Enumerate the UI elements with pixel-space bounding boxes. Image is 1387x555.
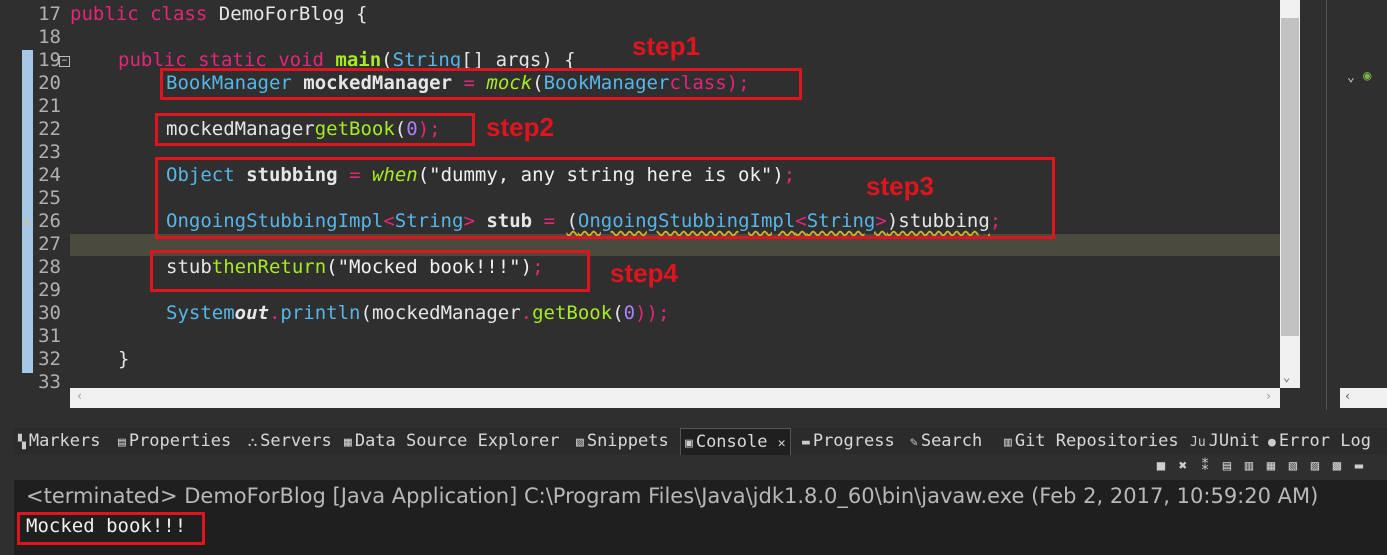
step2-highlight [155, 113, 475, 146]
line-number: 31 [38, 325, 61, 347]
terminated-status: <terminated> DemoForBlog [Java Applicati… [26, 484, 1319, 508]
outline-scrollbar[interactable]: ‹ [1340, 388, 1387, 408]
vertical-scroll-thumb[interactable] [1281, 18, 1299, 336]
step3-label: step3 [866, 171, 934, 201]
line-number: 33 [38, 371, 61, 393]
servers-icon: ⛬ [248, 435, 258, 450]
line-number-gutter: − ⚠ 17 18 19 20 21 22 23 24 25 26 27 28 29 30 31 32 33 [0, 0, 70, 393]
code-line-30: Systemout.println(mockedManager.getBook(… [166, 302, 670, 324]
scroll-lock-icon[interactable]: ▥ [1238, 458, 1260, 474]
display-console-icon[interactable]: ▨ [1304, 458, 1326, 474]
tab-error-log[interactable]: ● Error Log [1268, 428, 1371, 454]
properties-icon: ▤ [118, 435, 126, 450]
change-bar [22, 50, 33, 373]
search-icon: ✎ [910, 435, 918, 450]
line-number: 30 [38, 302, 61, 324]
minimize-icon[interactable]: ▬ [1348, 458, 1370, 474]
line-number: 28 [38, 256, 61, 278]
outline-view[interactable]: ⌄ ◉ [1326, 0, 1387, 410]
console-toolbar: ■ ✖ ⁑ ▤ ▥ ▦ ▧ ▨ ▩ ▬ [1150, 458, 1370, 478]
line-number: 22 [38, 118, 61, 140]
progress-icon: ▬ [802, 435, 810, 450]
data-source-icon: ▦ [344, 435, 352, 450]
console-icon: ▣ [685, 436, 693, 451]
warning-icon: ⚠ [23, 214, 31, 228]
word-wrap-icon[interactable]: ▦ [1260, 458, 1282, 474]
tab-progress[interactable]: ▬ Progress [802, 428, 895, 454]
close-icon[interactable]: ✕ [778, 436, 786, 451]
code-line-32: } [118, 348, 130, 370]
open-console-icon[interactable]: ▩ [1326, 458, 1348, 474]
remove-launch-icon[interactable]: ✖ [1172, 458, 1194, 474]
markers-icon: ▚ [18, 435, 26, 450]
line-number: 24 [38, 164, 61, 186]
tab-servers[interactable]: ⛬ Servers [248, 428, 332, 454]
error-log-icon: ● [1268, 435, 1276, 450]
scroll-down-icon[interactable]: ⌄ [1283, 370, 1290, 384]
line-number: 29 [38, 279, 61, 301]
horizontal-scrollbar[interactable]: ‹ › [70, 388, 1280, 408]
tab-data-source-explorer[interactable]: ▦ Data Source Explorer [344, 428, 560, 454]
step1-highlight [160, 68, 802, 100]
line-number: 18 [38, 26, 61, 48]
line-number: 27 [38, 233, 61, 255]
line-number: 23 [38, 141, 61, 163]
line-number: 25 [38, 187, 61, 209]
line-number: 21 [38, 95, 61, 117]
clear-console-icon[interactable]: ▤ [1216, 458, 1238, 474]
tab-junit[interactable]: Ju JUnit [1190, 428, 1260, 454]
line-number: 17 [38, 3, 61, 25]
scroll-right-icon[interactable]: › [1265, 389, 1272, 403]
terminate-icon[interactable]: ■ [1150, 458, 1172, 474]
method-icon[interactable]: ◉ [1363, 68, 1371, 84]
step1-label: step1 [632, 31, 700, 61]
git-icon: ▥ [1004, 435, 1012, 450]
step4-highlight [150, 250, 590, 292]
tab-git-repositories[interactable]: ▥ Git Repositories [1004, 428, 1179, 454]
line-number: 20 [38, 72, 61, 94]
line-number: 32 [38, 348, 61, 370]
chevron-down-icon[interactable]: ⌄ [1347, 70, 1355, 85]
snippets-icon: ▧ [576, 435, 584, 450]
step2-label: step2 [486, 112, 554, 142]
line-number: 19 [38, 49, 61, 71]
scroll-left-icon[interactable]: ‹ [76, 389, 83, 403]
step4-label: step4 [610, 258, 678, 288]
bottom-view-tabs: ▚ Markers ▤ Properties ⛬ Servers ▦ Data Sour… [14, 428, 1387, 455]
tab-properties[interactable]: ▤ Properties [118, 428, 231, 454]
line-number: 26 [38, 210, 61, 232]
scroll-left-icon[interactable]: ‹ [1344, 389, 1351, 403]
output-highlight [17, 512, 205, 545]
code-line-17: public class DemoForBlog { [70, 3, 368, 25]
tab-search[interactable]: ✎ Search [910, 428, 982, 454]
tab-snippets[interactable]: ▧ Snippets [576, 428, 669, 454]
tab-console[interactable]: ▣ Console ✕ [680, 428, 791, 455]
tab-markers[interactable]: ▚ Markers [18, 428, 100, 454]
pin-console-icon[interactable]: ▧ [1282, 458, 1304, 474]
junit-icon: Ju [1190, 435, 1206, 450]
remove-all-icon[interactable]: ⁑ [1194, 458, 1216, 474]
